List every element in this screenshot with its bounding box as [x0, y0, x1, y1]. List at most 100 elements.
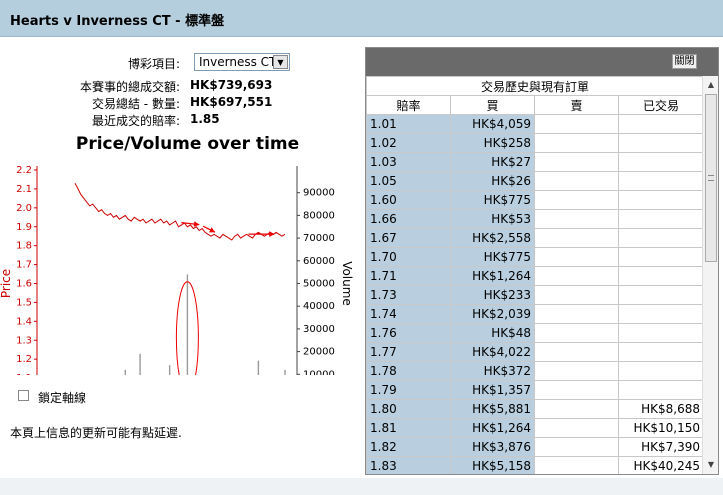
matched-cell: HK$40,245 [617, 456, 705, 474]
odds-cell[interactable]: 1.05 [366, 171, 451, 191]
odds-cell[interactable]: 1.73 [366, 285, 451, 305]
lay-cell[interactable] [534, 361, 619, 381]
odds-cell[interactable]: 1.71 [366, 266, 451, 286]
volume-tick-label: 60000 [303, 256, 335, 267]
odds-cell[interactable]: 1.74 [366, 304, 451, 324]
matched-cell: HK$7,390 [617, 437, 705, 457]
scroll-down-icon[interactable]: ▼ [704, 458, 718, 472]
back-cell[interactable]: HK$2,558 [450, 228, 535, 248]
back-cell[interactable]: HK$233 [450, 285, 535, 305]
lay-cell[interactable] [534, 114, 619, 134]
odds-cell[interactable]: 1.60 [366, 190, 451, 210]
back-cell[interactable]: HK$1,264 [450, 266, 535, 286]
price-tick-label: 1.9 [16, 222, 32, 233]
volume-tick-label: 40000 [303, 301, 335, 312]
volume-tick-label: 50000 [303, 279, 335, 290]
vertical-scrollbar[interactable]: ▲ ▼ [702, 76, 718, 474]
lay-cell[interactable] [534, 133, 619, 153]
table-row: 1.70 HK$775 [366, 247, 705, 267]
price-tick-label: 1.6 [16, 279, 32, 290]
table-row: 1.67 HK$2,558 [366, 228, 705, 248]
odds-cell[interactable]: 1.66 [366, 209, 451, 229]
trade-summary-value: HK$697,551 [190, 95, 273, 109]
odds-cell[interactable]: 1.70 [366, 247, 451, 267]
matched-cell [617, 171, 705, 191]
table-row: 1.77 HK$4,022 [366, 342, 705, 362]
lay-cell[interactable] [534, 456, 619, 474]
lay-cell[interactable] [534, 418, 619, 438]
back-cell[interactable]: HK$48 [450, 323, 535, 343]
back-cell[interactable]: HK$26 [450, 171, 535, 191]
back-cell[interactable]: HK$5,158 [450, 456, 535, 474]
back-cell[interactable]: HK$53 [450, 209, 535, 229]
scroll-up-icon[interactable]: ▲ [704, 78, 718, 92]
lay-cell[interactable] [534, 323, 619, 343]
odds-cell[interactable]: 1.82 [366, 437, 451, 457]
lay-cell[interactable] [534, 342, 619, 362]
price-tick-label: 1.1 [16, 373, 32, 375]
lay-cell[interactable] [534, 209, 619, 229]
selection-value: Inverness CT [199, 55, 277, 69]
back-cell[interactable]: HK$2,039 [450, 304, 535, 324]
column-header-odds: 賠率 [366, 95, 451, 115]
volume-tick-label: 80000 [303, 210, 335, 221]
lay-cell[interactable] [534, 247, 619, 267]
delay-note: 本頁上信息的更新可能有點延遲. [10, 426, 182, 440]
odds-cell[interactable]: 1.78 [366, 361, 451, 381]
odds-cell[interactable]: 1.02 [366, 133, 451, 153]
odds-cell[interactable]: 1.83 [366, 456, 451, 474]
back-cell[interactable]: HK$372 [450, 361, 535, 381]
price-tick-label: 1.8 [16, 241, 32, 252]
chevron-down-icon[interactable]: ▼ [273, 55, 288, 69]
back-cell[interactable]: HK$1,264 [450, 418, 535, 438]
odds-cell[interactable]: 1.03 [366, 152, 451, 172]
lay-cell[interactable] [534, 171, 619, 191]
matched-cell [617, 133, 705, 153]
back-cell[interactable]: HK$1,357 [450, 380, 535, 400]
table-row: 1.60 HK$775 [366, 190, 705, 210]
column-header-matched: 已交易 [617, 95, 705, 115]
column-header-lay: 賣 [534, 95, 619, 115]
table-row: 1.78 HK$372 [366, 361, 705, 381]
matched-cell [617, 228, 705, 248]
matched-cell [617, 361, 705, 381]
close-button[interactable]: 關閉 [672, 54, 697, 69]
back-cell[interactable]: HK$258 [450, 133, 535, 153]
odds-cell[interactable]: 1.81 [366, 418, 451, 438]
odds-cell[interactable]: 1.79 [366, 380, 451, 400]
chart-title: Price/Volume over time [75, 134, 300, 154]
volume-tick-label: 70000 [303, 233, 335, 244]
price-volume-chart: 1.01.11.21.31.41.51.61.71.81.92.02.12.20… [0, 165, 354, 375]
back-cell[interactable]: HK$775 [450, 247, 535, 267]
lay-cell[interactable] [534, 266, 619, 286]
lay-cell[interactable] [534, 399, 619, 419]
back-cell[interactable]: HK$27 [450, 152, 535, 172]
lay-cell[interactable] [534, 380, 619, 400]
selection-dropdown[interactable]: Inverness CT ▼ [194, 53, 290, 71]
scroll-thumb[interactable] [705, 94, 717, 262]
lock-axis-checkbox[interactable] [18, 390, 29, 401]
back-cell[interactable]: HK$4,059 [450, 114, 535, 134]
back-cell[interactable]: HK$5,881 [450, 399, 535, 419]
odds-cell[interactable]: 1.76 [366, 323, 451, 343]
odds-cell[interactable]: 1.67 [366, 228, 451, 248]
lay-cell[interactable] [534, 190, 619, 210]
trade-summary-label: 交易總結 - 數量: [91, 97, 180, 111]
back-cell[interactable]: HK$775 [450, 190, 535, 210]
lay-cell[interactable] [534, 304, 619, 324]
volume-tick-label: 90000 [303, 188, 335, 199]
lay-cell[interactable] [534, 437, 619, 457]
table-row: 1.01 HK$4,059 [366, 114, 705, 134]
odds-cell[interactable]: 1.77 [366, 342, 451, 362]
odds-cell[interactable]: 1.01 [366, 114, 451, 134]
back-cell[interactable]: HK$4,022 [450, 342, 535, 362]
matched-cell [617, 114, 705, 134]
lay-cell[interactable] [534, 228, 619, 248]
order-book-table: 交易歷史與現有訂單 賠率 買 賣 已交易 1.01 HK$4,059 1.02 HK$… [366, 76, 705, 474]
back-cell[interactable]: HK$3,876 [450, 437, 535, 457]
price-tick-label: 1.4 [16, 316, 32, 327]
lay-cell[interactable] [534, 152, 619, 172]
matched-cell [617, 380, 705, 400]
lay-cell[interactable] [534, 285, 619, 305]
odds-cell[interactable]: 1.80 [366, 399, 451, 419]
